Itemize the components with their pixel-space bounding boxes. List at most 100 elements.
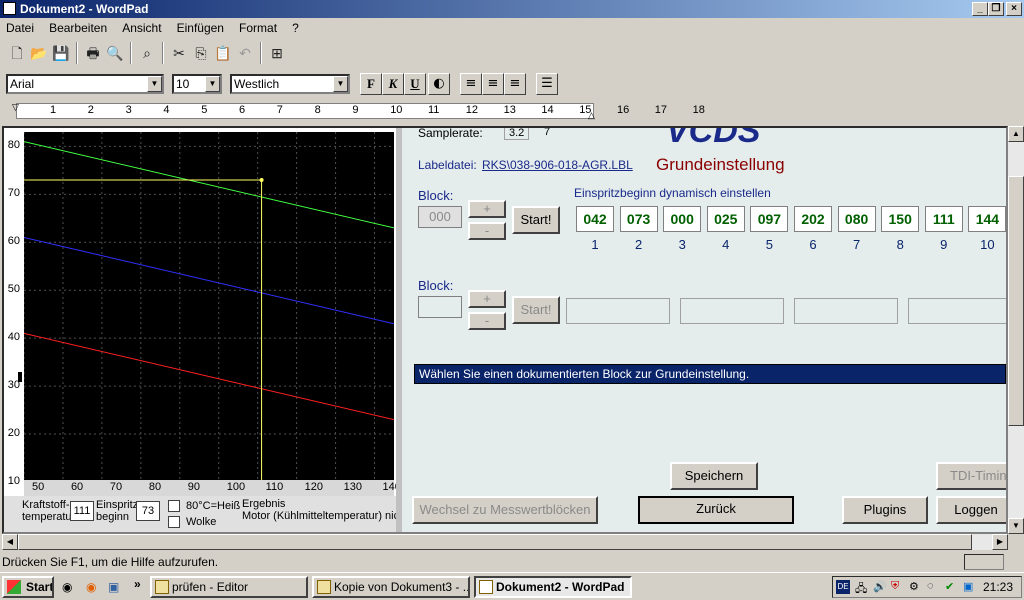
indent-marker-icon[interactable]: ▽ — [12, 102, 19, 113]
find-icon[interactable]: ⌕ — [136, 42, 158, 64]
maximize-button[interactable]: ❐ — [988, 2, 1004, 16]
wechsel-messwert-button[interactable]: Wechsel zu Messwertblöcken — [412, 496, 598, 524]
bullets-icon[interactable]: ☰ — [536, 73, 558, 95]
cut-icon[interactable]: ✂ — [168, 42, 190, 64]
vertical-scrollbar[interactable]: ▲ ▼ — [1008, 126, 1024, 534]
print-preview-icon[interactable]: 🔍 — [104, 42, 126, 64]
scroll-down-icon[interactable]: ▼ — [1008, 518, 1024, 534]
color-palette-icon[interactable]: ◐ — [428, 73, 450, 95]
script-select[interactable]: Westlich ▼ — [230, 74, 350, 94]
open-folder-icon[interactable]: 📂 — [28, 42, 50, 64]
paste-icon[interactable]: 📋 — [212, 42, 234, 64]
measure-index: 5 — [765, 237, 773, 252]
undo-icon[interactable]: ↶ — [234, 42, 256, 64]
tray-security-icon[interactable]: ⛨ — [891, 580, 899, 593]
block2-field-4 — [908, 298, 1006, 324]
tray-help-icon[interactable]: ◌ — [927, 580, 934, 592]
menu-bearbeiten[interactable]: Bearbeiten — [43, 19, 113, 37]
menu-help[interactable]: ? — [286, 19, 305, 37]
italic-button[interactable]: K — [382, 73, 404, 95]
ruler-number: 2 — [87, 104, 94, 116]
block1-minus-button[interactable]: - — [468, 222, 506, 240]
align-right-icon[interactable]: ≡ — [504, 73, 526, 95]
x-tick-label: 120 — [304, 481, 323, 493]
block2-minus-button[interactable]: - — [468, 312, 506, 330]
start-button[interactable]: Start — [2, 576, 54, 598]
menu-einfuegen[interactable]: Einfügen — [171, 19, 230, 37]
task-wordpad[interactable]: Dokument2 - WordPad — [474, 576, 632, 598]
speichern-button[interactable]: Speichern — [670, 462, 758, 490]
tray-volume-icon[interactable]: 🔊 — [873, 580, 887, 593]
block2-input[interactable] — [418, 296, 462, 318]
vertical-scroll-thumb[interactable] — [1008, 176, 1024, 426]
vcds-logo: VCDS — [666, 126, 761, 150]
measure-value-box: 025 — [706, 206, 745, 232]
tray-tool-icon[interactable]: ✔ — [945, 580, 954, 593]
labeldatei-link[interactable]: RKS\038-906-018-AGR.LBL — [482, 158, 633, 172]
plugins-button[interactable]: Plugins — [842, 496, 928, 524]
heiss-checkbox[interactable] — [168, 500, 180, 512]
ruler-number: 18 — [692, 104, 705, 116]
chevron-down-icon[interactable]: ▼ — [205, 76, 220, 92]
print-icon[interactable]: 🖶 — [82, 42, 104, 64]
tdi-timing-button[interactable]: TDI-Timing — [936, 462, 1006, 490]
font-size-select[interactable]: 10 ▼ — [172, 74, 222, 94]
tray-monitor-icon[interactable]: ▣ — [963, 580, 973, 593]
insert-datetime-icon[interactable]: ⊞ — [266, 42, 288, 64]
block1-plus-button[interactable]: + — [468, 200, 506, 218]
status-panel — [964, 554, 1004, 570]
scroll-right-icon[interactable]: ▶ — [992, 534, 1008, 550]
block1-input[interactable]: 000 — [418, 206, 462, 228]
chevron-down-icon[interactable]: ▼ — [147, 76, 162, 92]
quicklaunch-firefox-icon[interactable]: ◉ — [86, 580, 96, 594]
task-editor[interactable]: prüfen - Editor — [150, 576, 308, 598]
einspritz-input[interactable]: 73 — [136, 501, 160, 521]
align-center-icon[interactable]: ≡ — [482, 73, 504, 95]
chevron-down-icon[interactable]: ▼ — [333, 76, 348, 92]
menu-datei[interactable]: Datei — [0, 19, 40, 37]
scroll-left-icon[interactable]: ◀ — [2, 534, 18, 550]
language-indicator[interactable]: DE — [836, 580, 850, 594]
minimize-button[interactable]: _ — [972, 2, 988, 16]
align-left-icon[interactable]: ≡ — [460, 73, 482, 95]
mode-title: Grundeinstellung — [656, 155, 785, 174]
task-kopie[interactable]: Kopie von Dokument3 - ... — [312, 576, 470, 598]
tray-network-icon[interactable]: 🖧 — [855, 580, 867, 599]
document-area[interactable]: 10 20 30 40 50 60 70 80 50 60 70 80 90 100 110 120 130 1… — [2, 126, 1008, 534]
einspritz-label-2: beginn — [96, 511, 130, 523]
zurueck-button[interactable]: Zurück — [638, 496, 794, 524]
block1-start-button[interactable]: Start! — [512, 206, 560, 234]
task-kopie-label: Kopie von Dokument3 - ... — [334, 580, 470, 594]
x-tick-label: 110 — [265, 481, 284, 493]
ruler-number: 6 — [239, 104, 246, 116]
new-document-icon[interactable]: 🗋 — [6, 42, 28, 64]
save-icon[interactable]: 💾 — [50, 42, 72, 64]
block2-plus-button[interactable]: + — [468, 290, 506, 308]
scroll-up-icon[interactable]: ▲ — [1008, 126, 1024, 142]
x-tick-label: 80 — [148, 481, 162, 493]
menu-ansicht[interactable]: Ansicht — [116, 19, 167, 37]
samplerate-label: Samplerate: — [418, 126, 483, 140]
block2-start-button[interactable]: Start! — [512, 296, 560, 324]
ruler-number: 5 — [201, 104, 208, 116]
close-button[interactable]: × — [1006, 2, 1022, 16]
ruler[interactable]: 1 2 3 4 5 6 7 8 9 10 11 12 13 14 15 16 17 18 ▽ △ — [0, 100, 1024, 122]
kraftstoff-input[interactable]: 111 — [70, 501, 94, 521]
quicklaunch-more-icon[interactable]: » — [134, 577, 141, 591]
horizontal-scrollbar[interactable]: ◀ ▶ — [2, 534, 1008, 550]
tray-app-icon[interactable]: ⚙ — [909, 580, 919, 593]
bold-button[interactable]: F — [360, 73, 382, 95]
wolke-checkbox[interactable] — [168, 516, 180, 528]
font-size-value: 10 — [176, 77, 190, 91]
right-indent-marker-icon[interactable]: △ — [588, 110, 595, 121]
horizontal-scroll-thumb[interactable] — [18, 534, 972, 550]
block1-label: Block: — [418, 188, 454, 203]
font-select[interactable]: Arial ▼ — [6, 74, 164, 94]
menu-format[interactable]: Format — [233, 19, 283, 37]
quicklaunch-app-icon[interactable]: ▣ — [108, 580, 119, 594]
loggen-button[interactable]: Loggen — [936, 496, 1006, 524]
underline-button[interactable]: U — [404, 73, 426, 95]
copy-icon[interactable]: ⎘ — [190, 42, 212, 64]
quicklaunch-ie-icon[interactable]: ◉ — [62, 580, 72, 594]
x-tick-label: 90 — [187, 481, 201, 493]
